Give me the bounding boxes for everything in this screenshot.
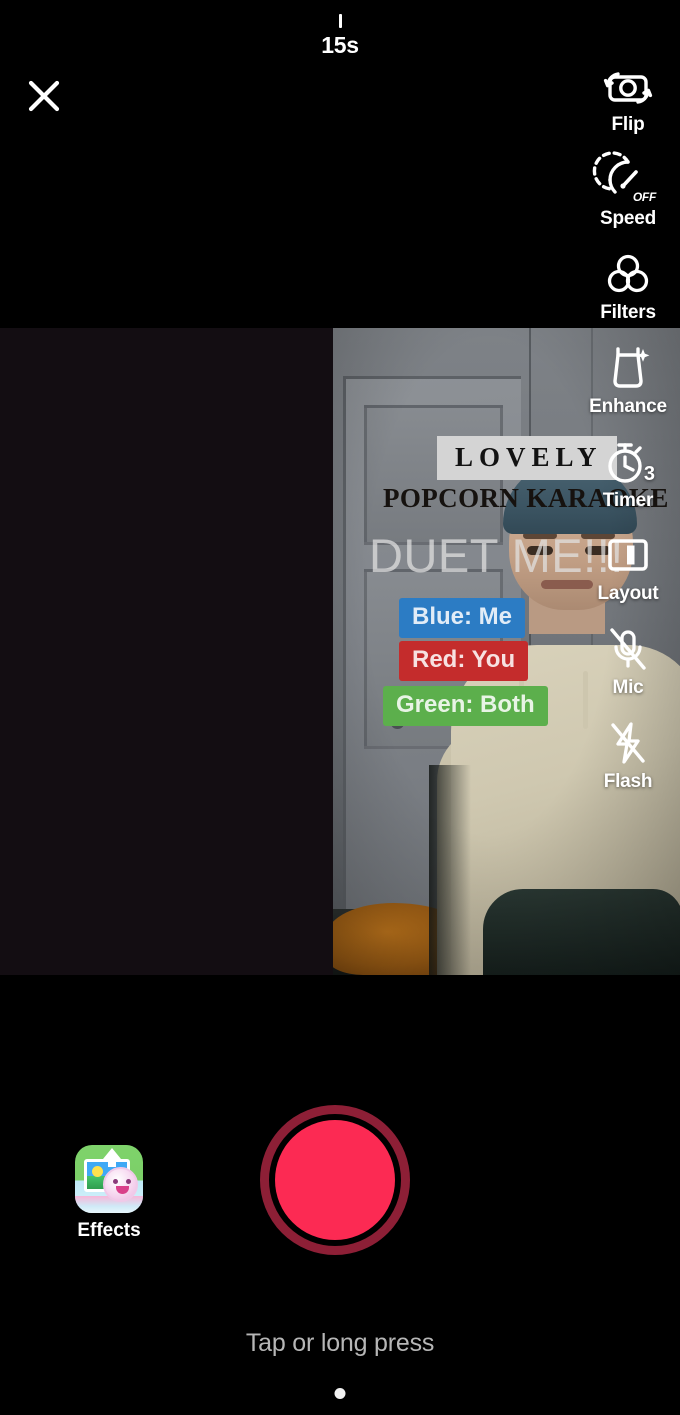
home-indicator-dot <box>334 1388 346 1399</box>
overlay-chip-green[interactable]: Green: Both <box>383 686 548 726</box>
top-bar: 15s <box>0 0 680 150</box>
tool-label: Enhance <box>589 395 667 417</box>
duration-indicator[interactable]: 15s <box>0 14 680 57</box>
filters-icon <box>602 248 654 300</box>
tool-label: Speed <box>599 207 657 229</box>
effects-character-glyph <box>103 1167 138 1202</box>
effects-arrow-glyph <box>103 1148 121 1159</box>
close-icon <box>28 80 60 112</box>
close-button[interactable] <box>22 74 66 118</box>
tool-enhance[interactable]: Enhance <box>576 342 680 418</box>
effects-thumbnail-icon <box>75 1145 143 1213</box>
effects-eye <box>126 1179 131 1184</box>
overlay-chip-red[interactable]: Red: You <box>399 641 529 681</box>
tool-label: Timer <box>602 489 654 511</box>
tool-label: Filters <box>600 301 656 323</box>
effects-smile <box>116 1186 129 1194</box>
tool-layout[interactable]: Layout <box>576 529 680 605</box>
effects-base-glyph <box>75 1196 143 1213</box>
tool-mic[interactable]: Mic <box>576 623 680 699</box>
tool-filters[interactable]: Filters <box>576 248 680 324</box>
camera-screen: LOVELY POPCORN KARAOKE DUET ME!!! Blue: … <box>0 0 680 1415</box>
duration-tick-icon <box>338 14 342 28</box>
timer-badge: 3 <box>643 462 655 485</box>
tool-timer[interactable]: 3 Timer <box>576 436 680 512</box>
record-hint-text: Tap or long press <box>245 1329 435 1357</box>
mic-muted-icon <box>602 623 654 675</box>
tool-label: Layout <box>597 583 659 605</box>
tool-label: Mic <box>612 677 644 699</box>
effects-sun-glyph <box>92 1166 103 1177</box>
record-button-core <box>275 1120 395 1240</box>
effects-label: Effects <box>77 1220 141 1241</box>
duet-left-panel[interactable] <box>0 328 333 975</box>
effects-button[interactable]: Effects <box>75 1145 143 1242</box>
timer-icon: 3 <box>602 436 655 488</box>
record-button[interactable] <box>260 1105 410 1255</box>
flash-off-icon <box>602 717 654 769</box>
tool-rail: Flip OFF Speed Filters Enhance 3 Timer L… <box>576 60 680 811</box>
duration-label: 15s <box>321 32 359 58</box>
speedometer-icon: OFF <box>592 151 656 206</box>
tool-label: Flash <box>603 771 653 793</box>
speed-badge: OFF <box>632 189 656 204</box>
effects-eye <box>113 1179 118 1184</box>
tool-flash[interactable]: Flash <box>576 717 680 793</box>
overlay-chip-blue[interactable]: Blue: Me <box>399 598 526 638</box>
tool-speed[interactable]: OFF Speed <box>576 151 680 230</box>
layout-icon <box>602 529 654 581</box>
enhance-icon <box>602 342 654 394</box>
